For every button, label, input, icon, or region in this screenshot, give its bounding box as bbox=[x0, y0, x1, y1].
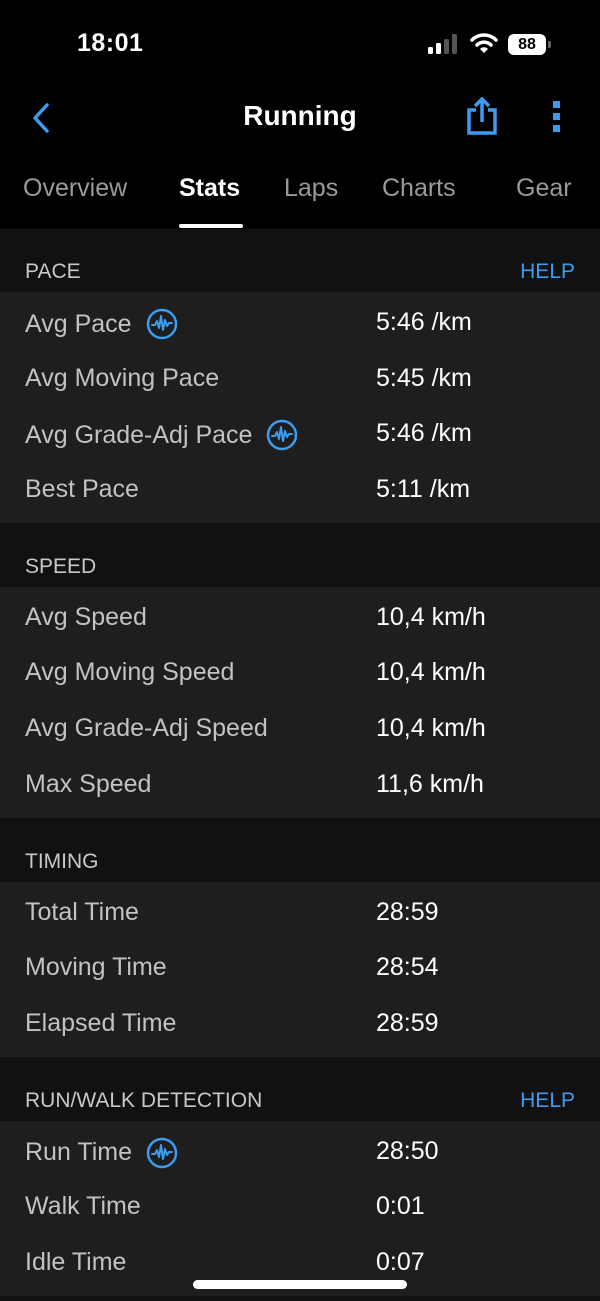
stat-label-text: Idle Time bbox=[25, 1247, 127, 1276]
stat-row: Elapsed Time 28:59 bbox=[0, 995, 600, 1051]
stat-label-text: Walk Time bbox=[25, 1192, 141, 1221]
stat-label: Avg Speed bbox=[25, 603, 147, 632]
cellular-signal-icon bbox=[428, 34, 457, 54]
stat-label-text: Avg Moving Speed bbox=[25, 658, 235, 687]
stat-label: Avg Moving Pace bbox=[25, 364, 219, 393]
stat-row: Avg Grade-Adj Pace 5:46 /km bbox=[0, 405, 600, 461]
tab-bar: Overview Stats Laps Charts Gear bbox=[0, 150, 600, 229]
section-body-speed: Avg Speed 10,4 km/h Avg Moving Speed 10,4 k… bbox=[0, 586, 600, 818]
stat-label-text: Moving Time bbox=[25, 953, 167, 982]
stats-content: PACE HELP Avg Pace 5:46 /km Avg Moving Pace 5… bbox=[0, 229, 600, 1296]
stat-label: Max Speed bbox=[25, 770, 151, 799]
battery-icon: 88 bbox=[508, 34, 552, 55]
help-link[interactable]: HELP bbox=[520, 260, 575, 284]
stat-row: Avg Speed 10,4 km/h bbox=[0, 589, 600, 645]
stat-label: Avg Grade-Adj Pace bbox=[25, 419, 298, 451]
stat-label: Total Time bbox=[25, 898, 139, 927]
battery-level: 88 bbox=[508, 34, 546, 55]
stat-label: Avg Pace bbox=[25, 308, 178, 340]
section-title: RUN/WALK DETECTION bbox=[25, 1088, 263, 1112]
stat-label: Best Pace bbox=[25, 475, 139, 504]
stat-label-text: Avg Pace bbox=[25, 309, 132, 338]
stat-label: Run Time bbox=[25, 1137, 178, 1169]
page-title: Running bbox=[243, 100, 357, 131]
stat-label: Avg Moving Speed bbox=[25, 658, 234, 687]
tab-charts[interactable]: Charts bbox=[382, 174, 456, 203]
tab-laps[interactable]: Laps bbox=[284, 174, 338, 203]
stat-value: 11,6 km/h bbox=[376, 769, 484, 798]
stat-row: Total Time 28:59 bbox=[0, 884, 600, 940]
stat-label-text: Max Speed bbox=[25, 769, 152, 798]
stat-label: Avg Grade-Adj Speed bbox=[25, 714, 268, 743]
section-header-pace: PACE HELP bbox=[0, 229, 600, 292]
stat-row: Max Speed 11,6 km/h bbox=[0, 756, 600, 812]
section-header-timing: TIMING bbox=[0, 817, 600, 882]
stat-value: 5:46 /km bbox=[376, 419, 472, 448]
help-link[interactable]: HELP bbox=[520, 1089, 575, 1113]
section-body-timing: Total Time 28:59 Moving Time 28:54 Elapsed T… bbox=[0, 881, 600, 1057]
stat-value: 10,4 km/h bbox=[376, 714, 486, 743]
stat-label: Idle Time bbox=[25, 1248, 126, 1277]
stat-value: 28:54 bbox=[376, 953, 439, 982]
stat-label-text: Best Pace bbox=[25, 475, 139, 504]
section-title: TIMING bbox=[25, 849, 99, 873]
stat-label-text: Avg Speed bbox=[25, 602, 147, 631]
stat-row: Best Pace 5:11 /km bbox=[0, 461, 600, 517]
tab-overview[interactable]: Overview bbox=[23, 174, 127, 203]
stat-row: Moving Time 28:54 bbox=[0, 939, 600, 995]
stat-label-text: Elapsed Time bbox=[25, 1008, 177, 1037]
section-body-run-walk-detection: Run Time 28:50 Walk Time 0:01 Idle Time 0:07 bbox=[0, 1120, 600, 1296]
stat-label-text: Avg Grade-Adj Speed bbox=[25, 714, 268, 743]
stat-value: 28:59 bbox=[376, 897, 439, 926]
active-tab-indicator bbox=[179, 224, 243, 228]
stat-row: Avg Grade-Adj Speed 10,4 km/h bbox=[0, 700, 600, 756]
status-time: 18:01 bbox=[77, 29, 144, 57]
section-header-speed: SPEED bbox=[0, 522, 600, 587]
stat-label: Walk Time bbox=[25, 1192, 141, 1221]
performance-waveform-icon[interactable] bbox=[146, 308, 178, 340]
stat-value: 28:50 bbox=[376, 1136, 439, 1165]
section-title: PACE bbox=[25, 260, 81, 283]
stat-label-text: Total Time bbox=[25, 897, 139, 926]
stat-value: 5:11 /km bbox=[376, 475, 471, 504]
stat-value: 10,4 km/h bbox=[376, 658, 486, 687]
tab-gear[interactable]: Gear bbox=[516, 174, 572, 203]
wifi-icon bbox=[470, 33, 498, 53]
stat-value: 5:45 /km bbox=[376, 363, 472, 392]
stat-row: Avg Moving Speed 10,4 km/h bbox=[0, 644, 600, 700]
stat-row: Avg Moving Pace 5:45 /km bbox=[0, 350, 600, 406]
share-button[interactable] bbox=[465, 96, 499, 136]
stat-label-text: Avg Grade-Adj Pace bbox=[25, 420, 253, 449]
stat-row: Walk Time 0:01 bbox=[0, 1178, 600, 1234]
performance-waveform-icon[interactable] bbox=[266, 419, 298, 451]
stat-label-text: Avg Moving Pace bbox=[25, 363, 220, 392]
status-bar: 18:01 88 bbox=[0, 0, 600, 90]
section-body-pace: Avg Pace 5:46 /km Avg Moving Pace 5:45 /km A… bbox=[0, 292, 600, 523]
stat-value: 5:46 /km bbox=[376, 308, 472, 336]
home-indicator[interactable] bbox=[193, 1280, 407, 1289]
performance-waveform-icon[interactable] bbox=[146, 1137, 178, 1169]
stat-value: 0:07 bbox=[376, 1247, 425, 1276]
more-options-button[interactable] bbox=[548, 100, 566, 134]
stat-row: Run Time 28:50 bbox=[0, 1123, 600, 1179]
stat-label: Moving Time bbox=[25, 953, 167, 982]
stat-value: 28:59 bbox=[376, 1008, 439, 1037]
stat-label: Elapsed Time bbox=[25, 1009, 176, 1038]
nav-bar: Running bbox=[0, 90, 600, 150]
section-header-run-walk-detection: RUN/WALK DETECTION HELP bbox=[0, 1056, 600, 1121]
stat-value: 0:01 bbox=[376, 1192, 425, 1221]
stat-label-text: Run Time bbox=[25, 1138, 132, 1167]
tab-stats[interactable]: Stats bbox=[179, 174, 240, 203]
stat-row: Avg Pace 5:46 /km bbox=[0, 294, 600, 350]
stat-value: 10,4 km/h bbox=[376, 602, 486, 631]
section-title: SPEED bbox=[25, 554, 97, 578]
